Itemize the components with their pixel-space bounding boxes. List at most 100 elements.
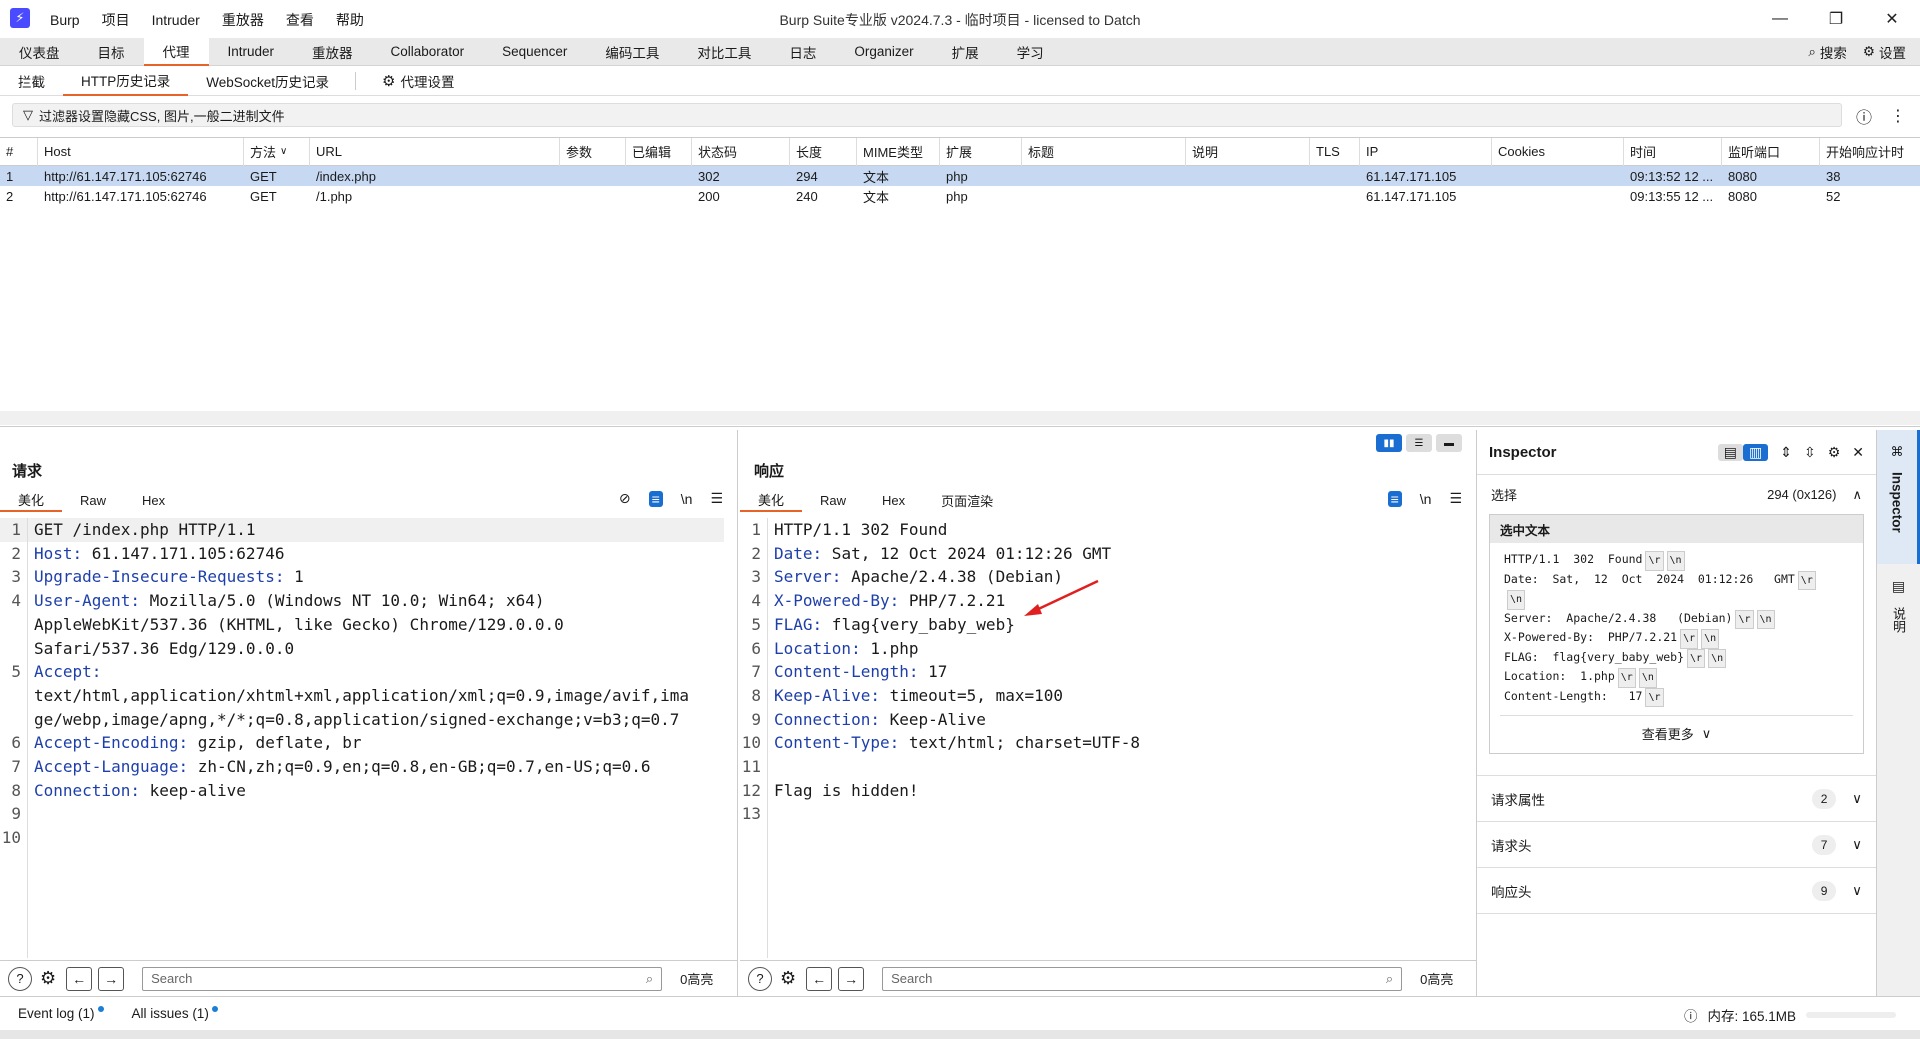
- column-header[interactable]: TLS: [1310, 137, 1360, 166]
- chevron-down-icon: ∨: [1852, 882, 1862, 898]
- tab-sequencer[interactable]: Sequencer: [483, 38, 586, 66]
- column-header[interactable]: 已编辑: [626, 137, 692, 166]
- response-search-input[interactable]: Search ⌕: [882, 966, 1403, 991]
- column-header[interactable]: 参数: [560, 137, 626, 166]
- editor-line: 4 X-Powered-By: PHP/7.2.21: [740, 589, 1470, 613]
- header-key: User-Agent:: [34, 591, 140, 611]
- column-header[interactable]: 扩展: [940, 137, 1022, 166]
- header-value: Sat, 12 Oct 2024 01:12:26 GMT: [822, 543, 1112, 563]
- tab-hex[interactable]: Hex: [864, 488, 923, 512]
- back-arrow-icon[interactable]: ←: [66, 966, 93, 991]
- editor-line: 3 Upgrade-Insecure-Requests: 1: [0, 565, 724, 590]
- back-arrow-icon[interactable]: ←: [806, 966, 833, 991]
- info-icon[interactable]: ⓘ: [1684, 1005, 1698, 1025]
- layout-horizontal-icon[interactable]: ☰: [1406, 434, 1432, 452]
- gear-icon[interactable]: ⚙: [40, 968, 56, 989]
- close-icon[interactable]: ✕: [1852, 444, 1864, 461]
- tab-learn[interactable]: 学习: [998, 38, 1063, 66]
- wrap-lines-icon[interactable]: ≡: [1387, 490, 1402, 507]
- side-tab-inspector[interactable]: ⌘ Inspector: [1877, 430, 1920, 564]
- column-header[interactable]: Host: [38, 137, 244, 166]
- tab-render[interactable]: 页面渲染: [923, 488, 1011, 512]
- tab-decoder[interactable]: 编码工具: [586, 38, 678, 66]
- response-title: 响应: [754, 463, 785, 480]
- tab-extensions[interactable]: 扩展: [933, 38, 998, 66]
- inspector-section-request-attributes[interactable]: 请求属性 2 ∨: [1477, 776, 1876, 822]
- column-header[interactable]: 说明: [1186, 137, 1310, 166]
- layout-columns-icon[interactable]: ▥: [1743, 443, 1769, 461]
- column-header[interactable]: 监听端口: [1722, 137, 1820, 166]
- newline-toggle-icon[interactable]: \n: [681, 491, 693, 507]
- wrap-lines-icon[interactable]: ≡: [648, 490, 663, 507]
- tab-proxy[interactable]: 代理: [143, 37, 209, 66]
- table-row[interactable]: 1 http://61.147.171.105:62746 GET /index…: [0, 166, 1920, 186]
- tab-websocket-history[interactable]: WebSocket历史记录: [188, 66, 347, 96]
- column-header[interactable]: 时间: [1624, 137, 1722, 166]
- help-icon[interactable]: ⓘ: [1856, 104, 1872, 128]
- tab-raw[interactable]: Raw: [802, 488, 864, 512]
- column-header[interactable]: IP: [1360, 137, 1492, 166]
- tab-target[interactable]: 目标: [79, 38, 144, 66]
- request-editor[interactable]: 1 GET /index.php HTTP/1.1 2 Host: 61.147.17…: [0, 518, 724, 959]
- search-button[interactable]: ⌕ 搜索: [1808, 42, 1847, 62]
- column-header[interactable]: 方法 ∨: [244, 137, 310, 166]
- menu-icon[interactable]: ☰: [1449, 490, 1462, 507]
- tab-raw[interactable]: Raw: [62, 488, 124, 512]
- all-issues-link[interactable]: All issues (1): [132, 1006, 218, 1021]
- tab-pretty[interactable]: 美化: [740, 488, 803, 512]
- column-header[interactable]: 开始响应计时: [1820, 138, 1920, 166]
- proxy-settings-button[interactable]: ⚙ 代理设置: [364, 66, 472, 96]
- tab-logger[interactable]: 日志: [770, 38, 835, 66]
- column-header[interactable]: Cookies: [1492, 137, 1624, 166]
- expand-all-icon[interactable]: ⇕: [1780, 444, 1792, 461]
- line-text: Safari/537.36 Edg/129.0.0.0: [28, 637, 294, 661]
- column-header[interactable]: 长度: [790, 137, 857, 166]
- help-icon[interactable]: ?: [748, 966, 772, 991]
- settings-button[interactable]: ⚙ 设置: [1863, 42, 1906, 62]
- layout-single-icon[interactable]: ▬: [1436, 434, 1462, 452]
- hide-eye-icon[interactable]: ⊘: [619, 490, 631, 507]
- gear-icon[interactable]: ⚙: [780, 968, 796, 989]
- response-editor[interactable]: 1 HTTP/1.1 302 Found 2 Date: Sat, 12 Oct 20…: [740, 518, 1470, 959]
- request-search-input[interactable]: Search ⌕: [142, 966, 663, 991]
- tab-hex[interactable]: Hex: [124, 488, 183, 512]
- newline-toggle-icon[interactable]: \n: [1420, 491, 1432, 507]
- filter-bar[interactable]: ▽ 过滤器设置隐藏CSS, 图片,一般二进制文件: [12, 103, 1842, 127]
- more-options-icon[interactable]: ⋮: [1890, 106, 1906, 126]
- menu-icon[interactable]: ☰: [710, 490, 723, 507]
- gear-icon[interactable]: ⚙: [1828, 444, 1841, 461]
- see-more-button[interactable]: 查看更多 ∨: [1500, 715, 1853, 743]
- tab-http-history[interactable]: HTTP历史记录: [63, 66, 189, 96]
- selection-row[interactable]: 选择 294 (0x126) ∧: [1477, 474, 1876, 514]
- close-window-icon[interactable]: ✕: [1864, 0, 1920, 38]
- inspector-section-request-headers[interactable]: 请求头 7 ∨: [1477, 822, 1876, 868]
- tab-organizer[interactable]: Organizer: [835, 38, 932, 66]
- inspector-section-response-headers[interactable]: 响应头 9 ∨: [1477, 868, 1876, 914]
- collapse-all-icon[interactable]: ⇳: [1804, 444, 1816, 461]
- tab-intruder[interactable]: Intruder: [209, 38, 294, 66]
- minimize-icon[interactable]: —: [1752, 0, 1808, 38]
- column-header[interactable]: 标题: [1022, 137, 1186, 166]
- forward-arrow-icon[interactable]: →: [98, 966, 125, 991]
- column-header[interactable]: MIME类型: [857, 137, 940, 166]
- column-header[interactable]: URL: [310, 137, 560, 166]
- selected-text-line: X-Powered-By: PHP/7.2.21 \r \n: [1504, 629, 1849, 649]
- tab-dashboard[interactable]: 仪表盘: [0, 38, 79, 66]
- sort-chevron-icon: ∨: [280, 146, 288, 157]
- table-row[interactable]: 2 http://61.147.171.105:62746 GET /1.php…: [0, 186, 1920, 206]
- event-log-link[interactable]: Event log (1): [18, 1006, 104, 1021]
- tab-comparer[interactable]: 对比工具: [678, 38, 770, 66]
- forward-arrow-icon[interactable]: →: [838, 966, 865, 991]
- tab-repeater[interactable]: 重放器: [293, 38, 372, 66]
- side-tab-notes[interactable]: ▤ 说明: [1877, 564, 1920, 664]
- table-horizontal-scrollbar[interactable]: [0, 411, 1920, 425]
- tab-pretty[interactable]: 美化: [0, 488, 63, 512]
- tab-collaborator[interactable]: Collaborator: [372, 38, 484, 66]
- tab-intercept[interactable]: 拦截: [0, 66, 63, 96]
- column-header[interactable]: #: [0, 137, 38, 166]
- maximize-icon[interactable]: ❐: [1808, 0, 1864, 38]
- layout-list-icon[interactable]: ▤: [1717, 443, 1743, 461]
- help-icon[interactable]: ?: [8, 966, 32, 991]
- column-header[interactable]: 状态码: [692, 137, 790, 166]
- layout-split-icon[interactable]: ▮▮: [1376, 434, 1402, 452]
